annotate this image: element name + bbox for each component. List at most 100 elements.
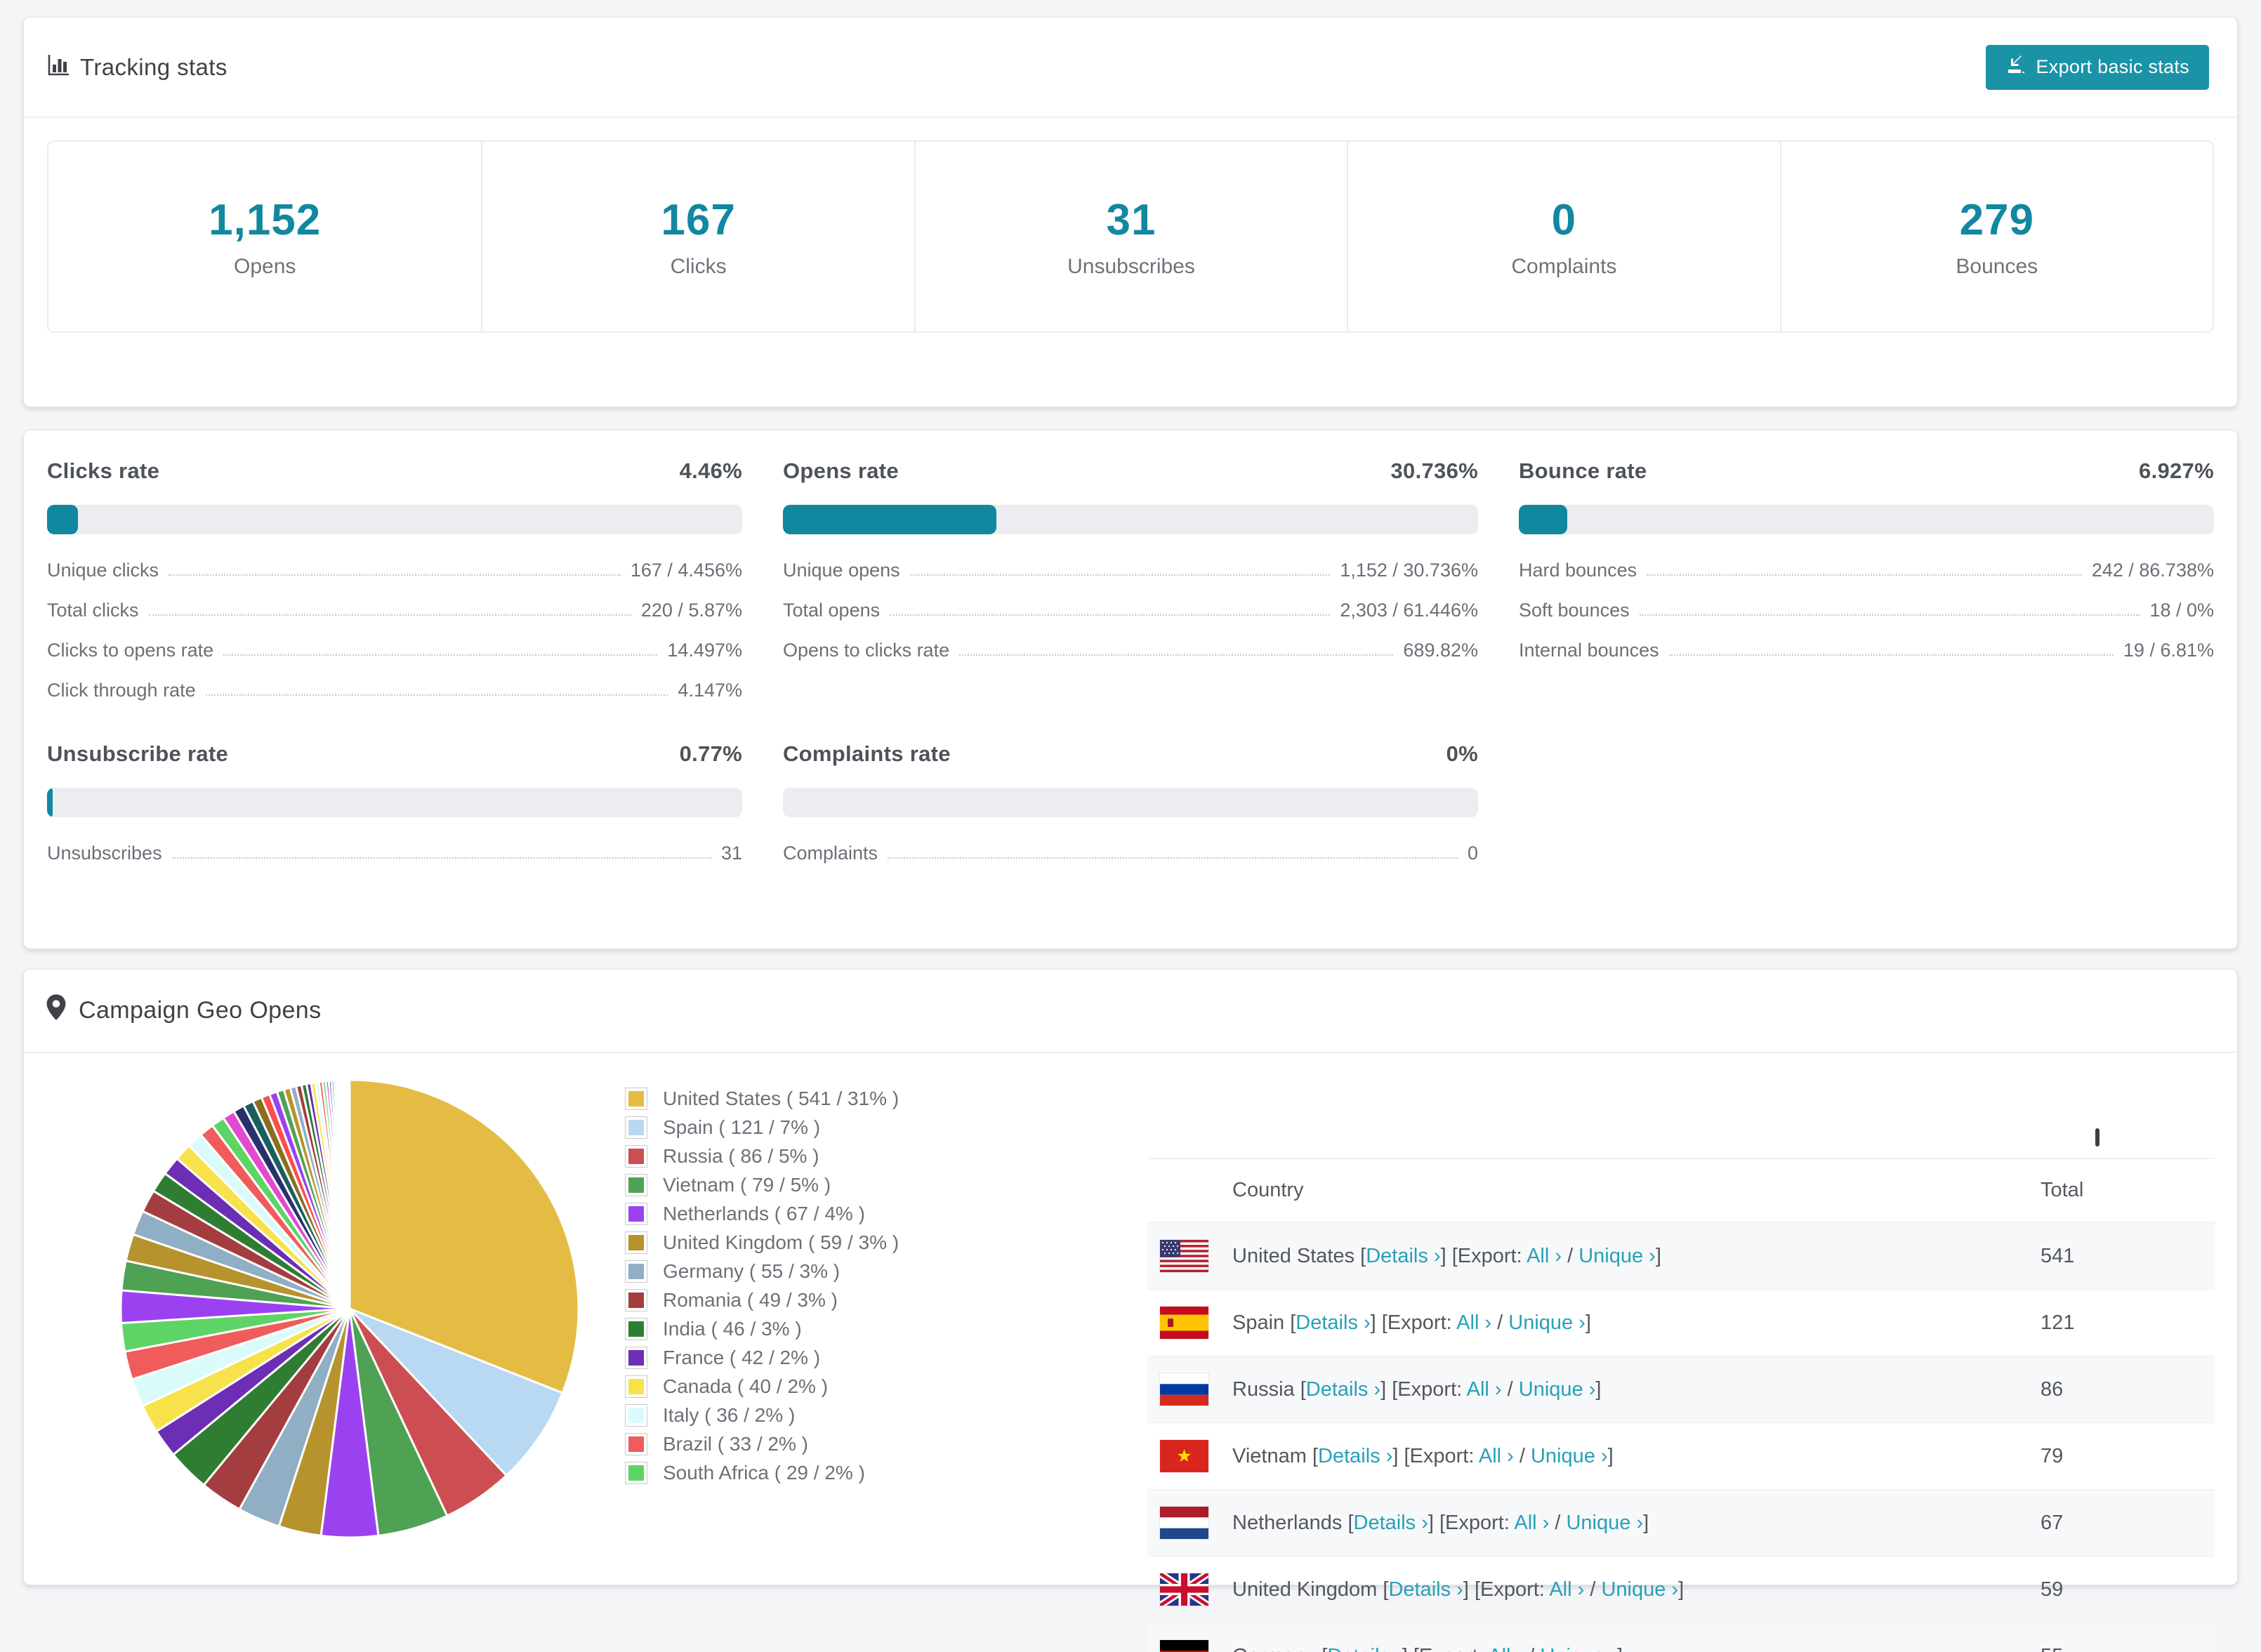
legend-item-netherlands[interactable]: Netherlands ( 67 / 4% ) <box>625 1199 899 1228</box>
legend-item-south-africa[interactable]: South Africa ( 29 / 2% ) <box>625 1458 899 1487</box>
details-link[interactable]: Details › <box>1366 1245 1440 1267</box>
summary-stat-unsubscribes: 31 Unsubscribes <box>914 142 1347 331</box>
table-scrollbar-thumb[interactable] <box>2095 1128 2100 1147</box>
dotted-leader <box>1669 654 2114 656</box>
legend-item-india[interactable]: India ( 46 / 3% ) <box>625 1314 899 1343</box>
rate-row-label: Internal bounces <box>1519 640 1659 661</box>
page-title: Tracking stats <box>46 53 228 82</box>
rate-progress-bar <box>1519 505 2214 534</box>
export-unique-link[interactable]: Unique › <box>1601 1578 1678 1601</box>
export-all-link[interactable]: All › <box>1467 1378 1502 1401</box>
es-flag-icon <box>1160 1307 1208 1339</box>
country-name: United Kingdom <box>1232 1578 1377 1601</box>
export-all-link[interactable]: All › <box>1549 1578 1584 1601</box>
legend-item-united-states[interactable]: United States ( 541 / 31% ) <box>625 1084 899 1113</box>
geo-country-table: Country Total United States [Details ›] … <box>1147 1158 2215 1652</box>
details-link[interactable]: Details › <box>1318 1445 1392 1467</box>
rate-rows: Hard bounces 242 / 86.738% Soft bounces … <box>1519 541 2214 661</box>
country-name: Netherlands <box>1232 1512 1342 1534</box>
geo-header: Campaign Geo Opens <box>24 970 2237 1053</box>
legend-label: United States ( 541 / 31% ) <box>663 1088 899 1110</box>
rate-row-label: Soft bounces <box>1519 600 1630 621</box>
column-header-total: Total <box>2041 1179 2215 1202</box>
dotted-leader <box>223 654 657 656</box>
details-link[interactable]: Details › <box>1296 1311 1370 1334</box>
legend-item-italy[interactable]: Italy ( 36 / 2% ) <box>625 1401 899 1429</box>
dotted-leader <box>890 614 1330 616</box>
country-total: 59 <box>2041 1578 2215 1601</box>
export-all-link[interactable]: All › <box>1456 1311 1491 1334</box>
export-unique-link[interactable]: Unique › <box>1508 1311 1586 1334</box>
rate-row: Unique clicks 167 / 4.456% <box>47 541 742 581</box>
export-unique-link[interactable]: Unique › <box>1531 1445 1608 1467</box>
dotted-leader <box>172 857 711 859</box>
dotted-leader <box>959 654 1393 656</box>
rate-row-label: Complaints <box>783 842 878 864</box>
country-links: [Details ›] [Export: All › / Unique ›] <box>1290 1311 1591 1334</box>
tracking-stats-card: Tracking stats Export basic stats 1,152 … <box>23 17 2238 407</box>
rate-progress-bar <box>783 788 1478 817</box>
summary-stat-bounces: 279 Bounces <box>1780 142 2213 331</box>
country-total: 79 <box>2041 1445 2215 1468</box>
export-unique-link[interactable]: Unique › <box>1578 1245 1656 1267</box>
rate-block-bounce-rate: Bounce rate 6.927% Hard bounces 242 / 86… <box>1519 458 2214 701</box>
rate-title: Clicks rate <box>47 458 159 484</box>
rate-row-label: Total opens <box>783 600 880 621</box>
country-name: Vietnam <box>1232 1445 1307 1467</box>
export-unique-link[interactable]: Unique › <box>1540 1645 1617 1652</box>
vn-flag-icon <box>1160 1440 1208 1472</box>
export-unique-link[interactable]: Unique › <box>1566 1512 1643 1534</box>
details-link[interactable]: Details › <box>1327 1645 1402 1652</box>
rate-row-value: 0 <box>1468 842 1478 864</box>
country-total: 67 <box>2041 1512 2215 1535</box>
legend-item-spain[interactable]: Spain ( 121 / 7% ) <box>625 1113 899 1142</box>
legend-item-germany[interactable]: Germany ( 55 / 3% ) <box>625 1257 899 1286</box>
export-all-link[interactable]: All › <box>1527 1245 1562 1267</box>
export-all-link[interactable]: All › <box>1479 1445 1514 1467</box>
export-basic-stats-button[interactable]: Export basic stats <box>1986 45 2210 90</box>
legend-item-vietnam[interactable]: Vietnam ( 79 / 5% ) <box>625 1170 899 1199</box>
legend-item-united-kingdom[interactable]: United Kingdom ( 59 / 3% ) <box>625 1228 899 1257</box>
country-name: United States <box>1232 1245 1354 1267</box>
legend-item-brazil[interactable]: Brazil ( 33 / 2% ) <box>625 1429 899 1458</box>
export-all-link[interactable]: All › <box>1488 1645 1523 1652</box>
legend-item-romania[interactable]: Romania ( 49 / 3% ) <box>625 1286 899 1314</box>
export-all-link[interactable]: All › <box>1514 1512 1549 1534</box>
de-flag-icon <box>1160 1640 1208 1652</box>
legend-item-russia[interactable]: Russia ( 86 / 5% ) <box>625 1142 899 1170</box>
export-button-label: Export basic stats <box>2036 56 2190 78</box>
ru-flag-icon <box>1160 1373 1208 1406</box>
rate-row-label: Total clicks <box>47 600 139 621</box>
legend-item-canada[interactable]: Canada ( 40 / 2% ) <box>625 1372 899 1401</box>
country-name: Germany <box>1232 1645 1316 1652</box>
geo-table-header: Country Total <box>1147 1158 2215 1223</box>
legend-label: Brazil ( 33 / 2% ) <box>663 1433 808 1455</box>
legend-swatch <box>625 1462 647 1484</box>
details-link[interactable]: Details › <box>1306 1378 1380 1401</box>
legend-swatch <box>625 1404 647 1427</box>
country-links: [Details ›] [Export: All › / Unique ›] <box>1383 1578 1684 1601</box>
summary-stat-opens: 1,152 Opens <box>48 142 481 331</box>
rate-row-label: Click through rate <box>47 680 196 701</box>
legend-swatch <box>625 1289 647 1311</box>
rate-row: Soft bounces 18 / 0% <box>1519 581 2214 621</box>
export-icon <box>2005 54 2026 80</box>
rate-block-opens-rate: Opens rate 30.736% Unique opens 1,152 / … <box>783 458 1478 701</box>
rate-row-value: 242 / 86.738% <box>2092 560 2214 581</box>
rate-row-label: Hard bounces <box>1519 560 1637 581</box>
rate-percent: 4.46% <box>680 458 742 484</box>
legend-swatch <box>625 1145 647 1168</box>
pie-legend: United States ( 541 / 31% ) Spain ( 121 … <box>625 1084 899 1487</box>
tracking-stats-header: Tracking stats Export basic stats <box>24 18 2237 118</box>
details-link[interactable]: Details › <box>1354 1512 1428 1534</box>
legend-swatch <box>625 1116 647 1139</box>
details-link[interactable]: Details › <box>1388 1578 1463 1601</box>
export-unique-link[interactable]: Unique › <box>1519 1378 1596 1401</box>
legend-item-france[interactable]: France ( 42 / 2% ) <box>625 1343 899 1372</box>
legend-label: United Kingdom ( 59 / 3% ) <box>663 1231 899 1254</box>
rate-title: Unsubscribe rate <box>47 741 228 767</box>
country-links: [Details ›] [Export: All › / Unique ›] <box>1312 1445 1614 1467</box>
country-links: [Details ›] [Export: All › / Unique ›] <box>1300 1378 1602 1401</box>
country-name: Russia <box>1232 1378 1295 1401</box>
rate-rows: Unique opens 1,152 / 30.736% Total opens… <box>783 541 1478 661</box>
